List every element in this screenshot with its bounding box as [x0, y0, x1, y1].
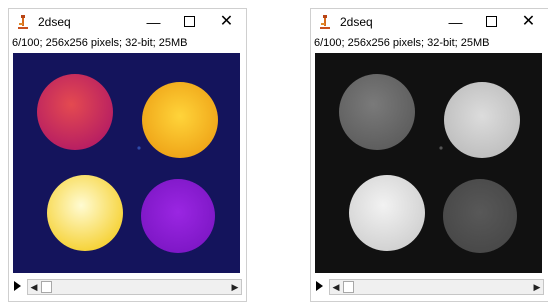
slice-scrollbar[interactable]: ◀ ▶: [311, 277, 548, 297]
maximize-icon: [486, 16, 497, 28]
close-button[interactable]: ✕: [512, 9, 545, 35]
scroll-left-button[interactable]: ◀: [28, 280, 40, 294]
scroll-right-button[interactable]: ▶: [229, 280, 241, 294]
top-right-phantom: [142, 82, 218, 158]
minimize-icon: —: [448, 14, 463, 30]
image-info: 6/100; 256x256 pixels; 32-bit; 25MB: [12, 37, 188, 49]
minimize-button[interactable]: —: [439, 9, 472, 35]
image-canvas[interactable]: [315, 53, 542, 273]
scroll-thumb[interactable]: [41, 281, 52, 293]
bottom-left-phantom: [349, 175, 425, 251]
image-info: 6/100; 256x256 pixels; 32-bit; 25MB: [314, 37, 490, 49]
maximize-icon: [184, 16, 195, 28]
play-icon[interactable]: [14, 281, 21, 291]
bottom-right-phantom: [443, 179, 517, 253]
window-title: 2dseq: [340, 15, 373, 29]
scroll-right-button[interactable]: ▶: [531, 280, 543, 294]
slice-scrollbar[interactable]: ◀ ▶: [9, 277, 246, 297]
minimize-button[interactable]: —: [137, 9, 170, 35]
image-window-fire[interactable]: 2dseq — ✕ 6/100; 256x256 pixels; 32-bit;…: [8, 8, 247, 302]
scroll-track[interactable]: ◀ ▶: [329, 279, 544, 295]
noise-speck: [439, 146, 443, 150]
noise-speck: [137, 146, 141, 150]
title-bar[interactable]: 2dseq — ✕: [9, 9, 246, 35]
imagej-microscope-icon: [320, 15, 330, 29]
image-canvas[interactable]: [13, 53, 240, 273]
top-left-phantom: [339, 74, 415, 150]
close-icon: ✕: [219, 13, 234, 30]
close-icon: ✕: [521, 13, 536, 30]
maximize-button[interactable]: [173, 9, 206, 35]
window-title: 2dseq: [38, 15, 71, 29]
play-icon[interactable]: [316, 281, 323, 291]
scroll-left-button[interactable]: ◀: [330, 280, 342, 294]
bottom-left-phantom: [47, 175, 123, 251]
title-bar[interactable]: 2dseq — ✕: [311, 9, 548, 35]
maximize-button[interactable]: [475, 9, 508, 35]
scroll-thumb[interactable]: [343, 281, 354, 293]
close-button[interactable]: ✕: [210, 9, 243, 35]
bottom-right-phantom: [141, 179, 215, 253]
top-left-phantom: [37, 74, 113, 150]
imagej-microscope-icon: [18, 15, 28, 29]
minimize-icon: —: [146, 14, 161, 30]
image-window-grays[interactable]: 2dseq — ✕ 6/100; 256x256 pixels; 32-bit;…: [310, 8, 548, 302]
top-right-phantom: [444, 82, 520, 158]
scroll-track[interactable]: ◀ ▶: [27, 279, 242, 295]
